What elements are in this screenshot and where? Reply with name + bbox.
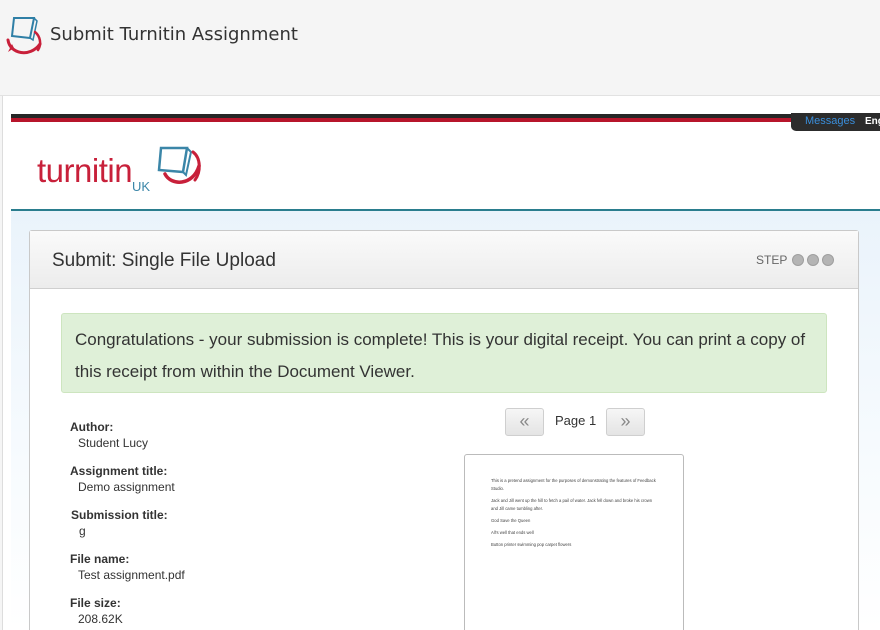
step-label: STEP <box>756 253 788 267</box>
file-name-label: File name: <box>70 552 130 566</box>
page-header: Submit Turnitin Assignment <box>0 0 880 96</box>
previous-page-button[interactable]: « <box>505 408 544 436</box>
submission-title-value: g <box>79 524 86 538</box>
assignment-title-label: Assignment title: <box>70 464 168 478</box>
step-indicator <box>792 254 834 266</box>
panel-title: Submit: Single File Upload <box>52 250 276 271</box>
assignment-title-field: Assignment title: Demo assignment <box>70 464 175 494</box>
file-size-label: File size: <box>70 596 121 610</box>
panel-header: Submit: Single File Upload STEP <box>30 231 858 289</box>
file-size-value: 208.62K <box>78 612 123 626</box>
page-title: Submit Turnitin Assignment <box>50 24 298 45</box>
success-alert: Congratulations - your submission is com… <box>61 313 827 393</box>
preview-line: God Save the Queen <box>491 518 531 523</box>
submission-title-label: Submission title: <box>71 508 168 522</box>
submission-panel: Submit: Single File Upload STEP Congratu… <box>29 230 859 630</box>
preview-line: All's well that ends well <box>491 530 534 535</box>
step-dot <box>807 254 819 266</box>
author-label: Author: <box>70 420 114 434</box>
turnitin-logo-icon <box>157 146 201 184</box>
preview-line: This is a pretend assignment for the pur… <box>491 478 656 491</box>
document-preview[interactable]: This is a pretend assignment for the pur… <box>464 454 684 630</box>
next-page-button[interactable]: » <box>606 408 645 436</box>
turnitin-app-icon <box>6 17 42 55</box>
preview-line: Jack and Jill went up the hill to fetch … <box>491 498 653 511</box>
language-selector[interactable]: English <box>865 116 880 127</box>
logo-wordmark: turnitin <box>37 152 133 189</box>
page-indicator: Page 1 <box>555 413 597 428</box>
step-dot <box>792 254 804 266</box>
file-name-field: File name: Test assignment.pdf <box>70 552 185 582</box>
assignment-title-value: Demo assignment <box>78 480 175 494</box>
messages-link[interactable]: Messages <box>805 115 855 127</box>
submission-title-field: Submission title: g <box>71 508 168 538</box>
turnitin-logo: turnitin UK <box>37 144 207 196</box>
author-field: Author: Student Lucy <box>70 420 148 450</box>
preview-line: Button printer swimming pop carpet flowe… <box>491 542 572 547</box>
step-dot <box>822 254 834 266</box>
utility-bar: Messages English <box>791 113 880 131</box>
file-size-field: File size: 208.62K <box>70 596 123 626</box>
red-stripe <box>11 118 880 122</box>
author-value: Student Lucy <box>78 436 149 450</box>
logo-region: UK <box>132 179 151 194</box>
turnitin-frame: Messages English turnitin UK Submit: Sin… <box>2 96 880 630</box>
file-name-value: Test assignment.pdf <box>78 568 185 582</box>
